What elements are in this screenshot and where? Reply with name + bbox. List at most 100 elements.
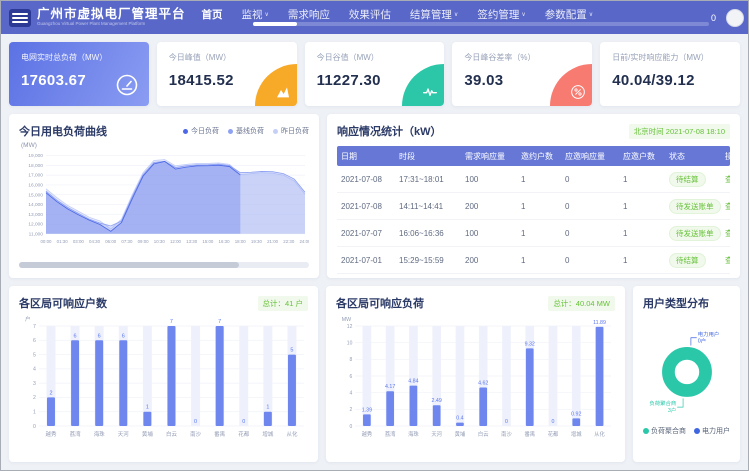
svg-text:9.32: 9.32 (525, 341, 535, 347)
notification-count[interactable]: 0 (711, 13, 716, 23)
nav-item-settlement[interactable]: 结算管理∨ (410, 7, 458, 22)
nav-item-demand-response[interactable]: 需求响应 (288, 7, 330, 22)
panel-title-user-type: 用户类型分布 (643, 295, 709, 311)
district-load-panel: 各区局可响应负荷 总计：40.04 MW 024681012MW1.39越秀4.… (326, 286, 625, 462)
nav-item-parameters[interactable]: 参数配置∨ (545, 7, 593, 22)
kpi-value: 40.04/39.12 (612, 72, 728, 89)
svg-text:6: 6 (33, 338, 36, 344)
svg-text:荔湾: 荔湾 (70, 430, 81, 438)
nav-item-effect-evaluation[interactable]: 效果评估 (349, 7, 391, 22)
svg-text:0: 0 (505, 419, 508, 425)
svg-text:6: 6 (122, 333, 125, 339)
table-cell: 0 (561, 229, 619, 238)
table-cell: 1 (517, 256, 561, 265)
legend-label: 今日负荷 (191, 126, 219, 136)
kpi-card-0: 电网实时总负荷（MW）17603.67 (9, 42, 149, 106)
view-link[interactable]: 查看 (721, 228, 730, 239)
svg-text:17,000: 17,000 (28, 173, 43, 178)
svg-text:07:30: 07:30 (121, 239, 133, 244)
svg-text:0: 0 (194, 419, 197, 425)
svg-text:1: 1 (266, 405, 269, 411)
svg-text:7: 7 (218, 319, 221, 325)
legend-item[interactable]: 今日负荷 (183, 126, 219, 136)
nav-item-home[interactable]: 首页 (202, 7, 223, 22)
y-axis-unit: (MW) (21, 142, 309, 150)
status-cell: 待发送账单 (665, 199, 721, 214)
svg-text:13:30: 13:30 (186, 239, 198, 244)
table-cell: 15:29~15:59 (395, 256, 461, 265)
svg-text:0: 0 (552, 419, 555, 425)
logo-icon (9, 9, 31, 27)
svg-text:19,000: 19,000 (28, 153, 43, 158)
svg-text:2.49: 2.49 (432, 398, 442, 404)
table-cell: 1 (619, 256, 665, 265)
top-nav-bar: 广州市虚拟电厂管理平台 Guangzhou Virtual Power Plan… (1, 1, 748, 34)
app-window: 广州市虚拟电厂管理平台 Guangzhou Virtual Power Plan… (0, 0, 749, 471)
chevron-down-icon: ∨ (265, 11, 269, 18)
user-type-panel: 用户类型分布 电力用户0户负荷聚合商3户 负荷聚合商电力用户 (633, 286, 740, 462)
view-link[interactable]: 查看 (721, 201, 730, 212)
table-header-row: 日期时段需求响应量邀约户数应邀响应量应邀户数状态操作 (337, 146, 730, 166)
view-link[interactable]: 查看 (721, 255, 730, 266)
svg-text:11.89: 11.89 (593, 320, 606, 326)
response-table: 日期时段需求响应量邀约户数应邀响应量应邀户数状态操作2021-07-0817:3… (337, 146, 730, 274)
svg-text:2: 2 (33, 395, 36, 401)
svg-text:24:00: 24:00 (299, 239, 309, 244)
svg-text:21:00: 21:00 (267, 239, 279, 244)
table-cell: 1 (517, 175, 561, 184)
donut-legend: 负荷聚合商电力用户 (643, 426, 730, 436)
user-avatar[interactable] (726, 9, 744, 27)
table-cell: 2021-07-08 (337, 175, 395, 184)
svg-text:天河: 天河 (118, 430, 129, 438)
svg-text:0户: 0户 (698, 337, 706, 345)
main-nav: 首页 监视∨ 需求响应 效果评估 结算管理∨ 签约管理∨ 参数配置∨ (202, 7, 594, 22)
svg-text:电力用户: 电力用户 (698, 330, 719, 338)
table-cell: 200 (461, 202, 517, 211)
svg-text:0.92: 0.92 (571, 411, 581, 417)
table-cell: 1 (517, 202, 561, 211)
beijing-time-badge: 北京时间 2021-07-08 18:10 (629, 124, 730, 139)
total-load-badge: 总计：40.04 MW (548, 296, 615, 311)
table-row: 2021-07-0716:06~16:36100101待发送账单查看 (337, 220, 730, 247)
legend-item[interactable]: 电力用户 (694, 426, 730, 436)
svg-text:16,000: 16,000 (28, 183, 43, 188)
user-type-donut-chart: 电力用户0户负荷聚合商3户 (643, 316, 730, 424)
kpi-accent-shape (402, 64, 444, 106)
svg-text:12:00: 12:00 (170, 239, 182, 244)
chart-scrollbar[interactable] (19, 262, 309, 268)
column-header: 应邀响应量 (561, 151, 619, 162)
svg-text:1: 1 (33, 410, 36, 416)
view-link[interactable]: 查看 (721, 174, 730, 185)
kpi-accent-shape (255, 64, 297, 106)
svg-text:白云: 白云 (166, 430, 177, 438)
kpi-label: 日前/实时响应能力（MW） (612, 52, 728, 63)
chevron-down-icon: ∨ (521, 11, 525, 18)
svg-text:6: 6 (74, 333, 77, 339)
svg-text:户: 户 (25, 315, 30, 323)
svg-text:15:00: 15:00 (202, 239, 214, 244)
kpi-cards-row: 电网实时总负荷（MW）17603.67今日峰值（MW）18415.52今日谷值（… (9, 42, 740, 106)
legend-item[interactable]: 基线负荷 (228, 126, 264, 136)
kpi-label: 今日峰值（MW） (169, 52, 285, 63)
legend-dot (694, 428, 700, 434)
legend-item[interactable]: 负荷聚合商 (643, 426, 686, 436)
table-cell: 2021-07-07 (337, 229, 395, 238)
table-cell: 2021-07-08 (337, 202, 395, 211)
legend-label: 基线负荷 (236, 126, 264, 136)
table-cell: 1 (619, 202, 665, 211)
svg-text:3户: 3户 (668, 406, 676, 414)
svg-text:8: 8 (350, 357, 353, 363)
scrollbar-thumb[interactable] (19, 262, 239, 268)
svg-text:7: 7 (170, 319, 173, 325)
nav-item-monitor[interactable]: 监视∨ (242, 7, 269, 22)
svg-text:18:00: 18:00 (235, 239, 247, 244)
chart-legend: 今日负荷 基线负荷昨日负荷 (183, 126, 309, 136)
svg-text:12,000: 12,000 (28, 222, 43, 227)
legend-item[interactable]: 昨日负荷 (273, 126, 309, 136)
panel-title-load-curve: 今日用电负荷曲线 (19, 123, 107, 139)
column-header: 需求响应量 (461, 151, 517, 162)
legend-dot (183, 129, 188, 134)
nav-item-contract[interactable]: 签约管理∨ (477, 7, 525, 22)
district-users-panel: 各区局可响应户数 总计：41 户 01234567户2越秀6荔湾6海珠6天河1黄… (9, 286, 318, 462)
svg-text:2: 2 (49, 390, 52, 396)
